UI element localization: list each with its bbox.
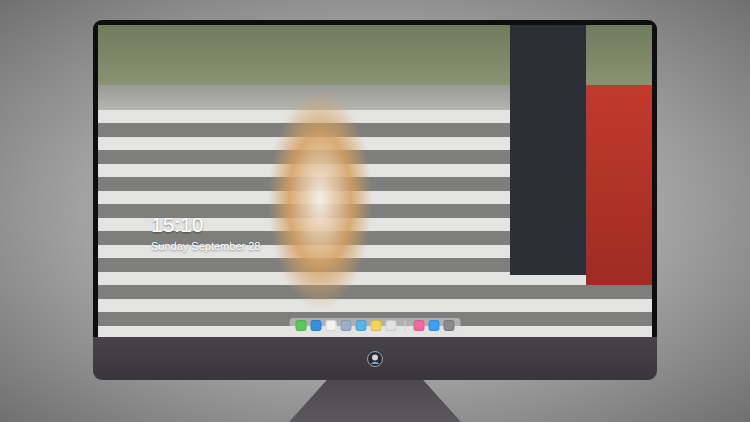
dock (290, 318, 461, 333)
lock-screen-clock: 15:10 Sunday September 28 (151, 213, 260, 253)
logo-icon (367, 351, 383, 367)
dock-app-icon[interactable] (296, 320, 307, 331)
clock-time: 15:10 (151, 213, 260, 237)
monitor: 15:10 Sunday September 28 (93, 20, 657, 380)
desktop-background: 15:10 Sunday September 28 (0, 0, 750, 422)
dock-app-icon[interactable] (371, 320, 382, 331)
dock-app-icon[interactable] (386, 320, 397, 331)
dock-app-icon[interactable] (326, 320, 337, 331)
dock-app-icon[interactable] (341, 320, 352, 331)
dock-app-icon[interactable] (414, 320, 425, 331)
monitor-chin (93, 337, 657, 380)
lock-screen-photo: 15:10 Sunday September 28 (98, 25, 652, 337)
dock-app-icon[interactable] (311, 320, 322, 331)
dock-app-icon[interactable] (356, 320, 367, 331)
monitor-bezel: 15:10 Sunday September 28 (93, 20, 657, 337)
dock-separator (405, 320, 406, 331)
monitor-stand (289, 380, 461, 422)
dock-app-icon[interactable] (429, 320, 440, 331)
clock-date: Sunday September 28 (151, 239, 260, 253)
dock-app-icon[interactable] (444, 320, 455, 331)
